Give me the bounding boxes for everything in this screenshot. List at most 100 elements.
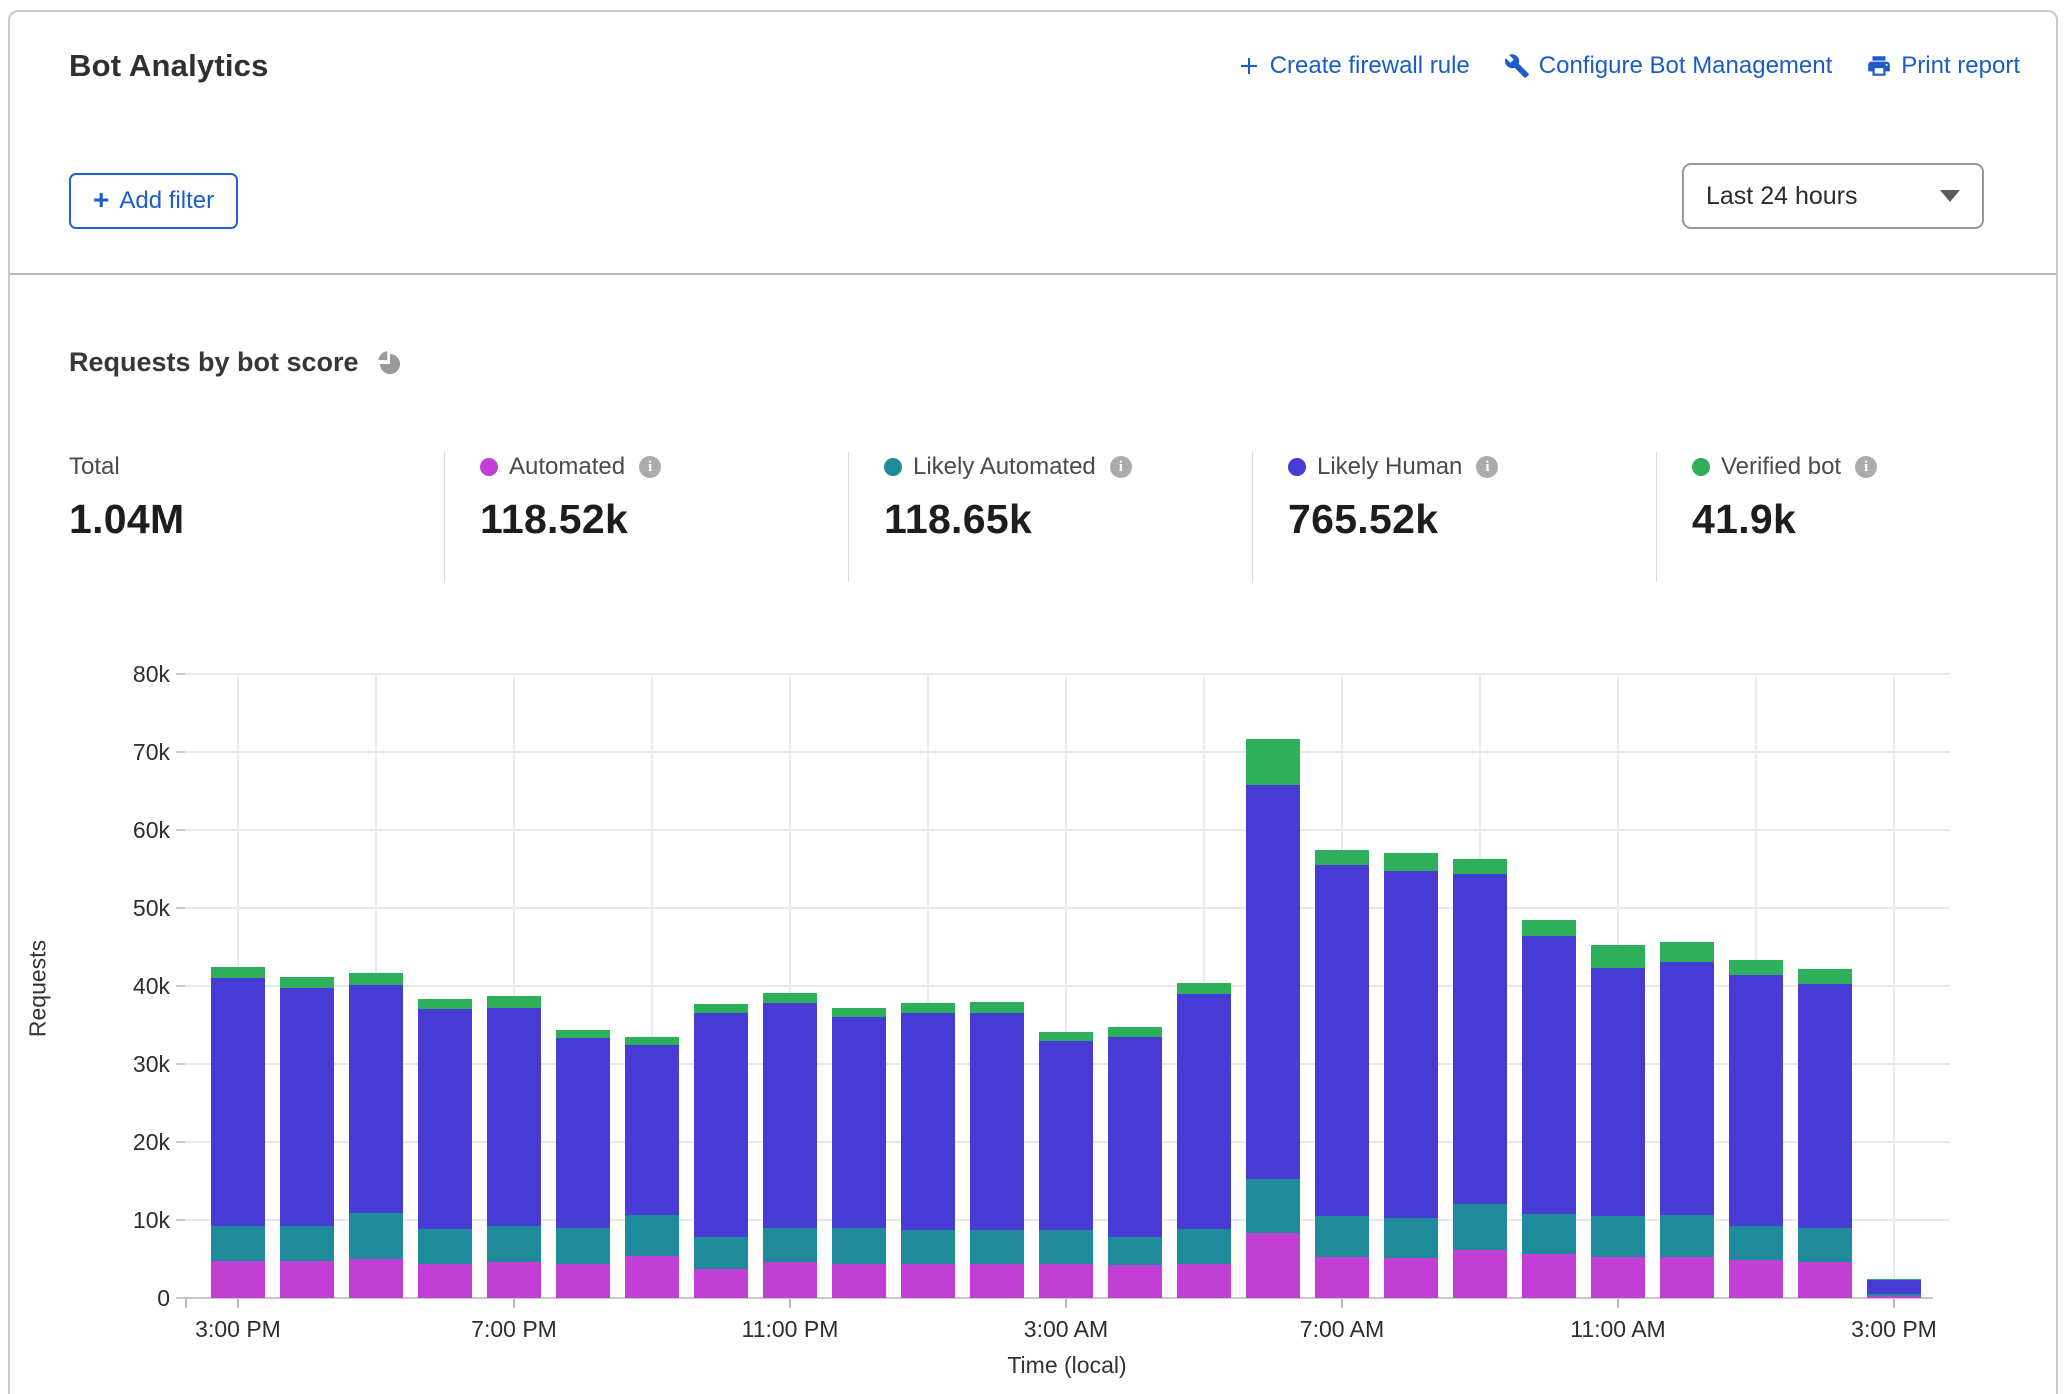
bar-200am[interactable]: [970, 1002, 1024, 1298]
y-axis-tick: [176, 1063, 185, 1065]
bar-segment-likely-human: [1660, 962, 1714, 1215]
bar-segment-likely-human: [970, 1013, 1024, 1231]
y-axis-tick: [176, 1219, 185, 1221]
bar-segment-automated: [1591, 1257, 1645, 1298]
stat-likely-automated-label: Likely Automated: [913, 453, 1096, 481]
header-divider: [10, 273, 2056, 275]
bar-segment-verified-bot: [418, 999, 472, 1010]
bar-segment-verified-bot: [1729, 960, 1783, 975]
bar-300pm[interactable]: [1867, 1279, 1921, 1298]
bar-segment-verified-bot: [625, 1037, 679, 1046]
stat-verified-bot-value: 41.9k: [1692, 496, 1877, 543]
stat-divider: [1252, 452, 1253, 582]
bar-700am[interactable]: [1315, 850, 1369, 1298]
bar-segment-verified-bot: [487, 996, 541, 1008]
bar-segment-likely-automated: [1315, 1216, 1369, 1257]
stat-likely-human: Likely Human i 765.52k: [1288, 452, 1498, 543]
stat-automated: Automated i 118.52k: [480, 452, 661, 543]
bar-800pm[interactable]: [556, 1030, 610, 1298]
add-filter-button[interactable]: + Add filter: [69, 173, 238, 229]
x-axis-tick: [1065, 1299, 1067, 1308]
time-range-value: Last 24 hours: [1706, 182, 1858, 211]
bar-segment-verified-bot: [349, 973, 403, 985]
bar-segment-automated: [1384, 1258, 1438, 1298]
bar-segment-likely-automated: [349, 1213, 403, 1259]
bar-segment-automated: [1177, 1264, 1231, 1298]
x-axis-origin-tick: [185, 1299, 187, 1308]
bar-segment-likely-automated: [763, 1228, 817, 1262]
stat-likely-automated: Likely Automated i 118.65k: [884, 452, 1132, 543]
create-firewall-rule-label: Create firewall rule: [1270, 52, 1470, 80]
bar-600am[interactable]: [1246, 739, 1300, 1298]
bar-segment-automated: [832, 1264, 886, 1298]
bar-segment-verified-bot: [694, 1004, 748, 1013]
bar-segment-likely-automated: [625, 1215, 679, 1256]
bar-segment-verified-bot: [901, 1003, 955, 1013]
wrench-icon: [1504, 53, 1530, 79]
bar-600pm[interactable]: [418, 999, 472, 1298]
bar-segment-verified-bot: [1522, 920, 1576, 936]
bar-200pm[interactable]: [1798, 969, 1852, 1298]
bar-1000pm[interactable]: [694, 1004, 748, 1298]
bar-400am[interactable]: [1108, 1027, 1162, 1298]
verified-bot-dot-icon: [1692, 458, 1710, 476]
stat-divider: [444, 452, 445, 582]
y-axis-label: 40k: [90, 973, 170, 1000]
bar-100am[interactable]: [901, 1003, 955, 1298]
bar-segment-automated: [763, 1262, 817, 1298]
bar-segment-verified-bot: [763, 993, 817, 1003]
bar-800am[interactable]: [1384, 853, 1438, 1298]
bar-segment-automated: [211, 1261, 265, 1298]
bar-segment-verified-bot: [1108, 1027, 1162, 1036]
bar-segment-automated: [1108, 1265, 1162, 1298]
bar-segment-verified-bot: [556, 1030, 610, 1039]
bar-300pm[interactable]: [211, 967, 265, 1298]
create-firewall-rule-link[interactable]: Create firewall rule: [1237, 52, 1470, 80]
bar-900am[interactable]: [1453, 859, 1507, 1298]
h-gridline: [185, 673, 1950, 675]
bar-segment-verified-bot: [1591, 945, 1645, 968]
configure-bot-management-label: Configure Bot Management: [1539, 52, 1833, 80]
x-axis-label: 3:00 PM: [1814, 1316, 1974, 1343]
bar-500pm[interactable]: [349, 973, 403, 1298]
y-axis-label: 20k: [90, 1129, 170, 1156]
bar-1100pm[interactable]: [763, 993, 817, 1298]
bar-segment-likely-human: [418, 1009, 472, 1229]
x-axis-label: 7:00 AM: [1262, 1316, 1422, 1343]
bar-segment-likely-human: [832, 1017, 886, 1228]
section-title: Requests by bot score: [69, 347, 359, 378]
configure-bot-management-link[interactable]: Configure Bot Management: [1504, 52, 1833, 80]
info-icon[interactable]: i: [1110, 456, 1132, 478]
bar-segment-likely-automated: [487, 1226, 541, 1262]
bar-1200pm[interactable]: [1660, 942, 1714, 1298]
x-axis-label: 3:00 AM: [986, 1316, 1146, 1343]
bar-segment-verified-bot: [280, 977, 334, 988]
stat-automated-label: Automated: [509, 453, 625, 481]
bar-300am[interactable]: [1039, 1032, 1093, 1298]
time-range-dropdown[interactable]: Last 24 hours: [1682, 163, 1984, 229]
x-axis-label: 3:00 PM: [158, 1316, 318, 1343]
bar-700pm[interactable]: [487, 996, 541, 1298]
bar-500am[interactable]: [1177, 983, 1231, 1298]
x-axis-tick: [1341, 1299, 1343, 1308]
bar-1200am[interactable]: [832, 1008, 886, 1298]
bar-segment-automated: [1039, 1264, 1093, 1298]
info-icon[interactable]: i: [1855, 456, 1877, 478]
bar-900pm[interactable]: [625, 1037, 679, 1298]
bar-100pm[interactable]: [1729, 960, 1783, 1298]
info-icon[interactable]: i: [639, 456, 661, 478]
stat-likely-automated-value: 118.65k: [884, 496, 1132, 543]
bar-segment-automated: [1729, 1260, 1783, 1298]
bar-400pm[interactable]: [280, 977, 334, 1298]
print-report-label: Print report: [1901, 52, 2020, 80]
info-icon[interactable]: i: [1476, 456, 1498, 478]
bar-1000am[interactable]: [1522, 920, 1576, 1298]
automated-dot-icon: [480, 458, 498, 476]
bar-segment-verified-bot: [1177, 983, 1231, 994]
y-axis-tick: [176, 1297, 185, 1299]
bar-segment-likely-human: [625, 1045, 679, 1215]
bar-1100am[interactable]: [1591, 945, 1645, 1298]
print-report-link[interactable]: Print report: [1866, 52, 2020, 80]
bar-segment-likely-human: [1453, 874, 1507, 1203]
bar-segment-automated: [280, 1261, 334, 1298]
